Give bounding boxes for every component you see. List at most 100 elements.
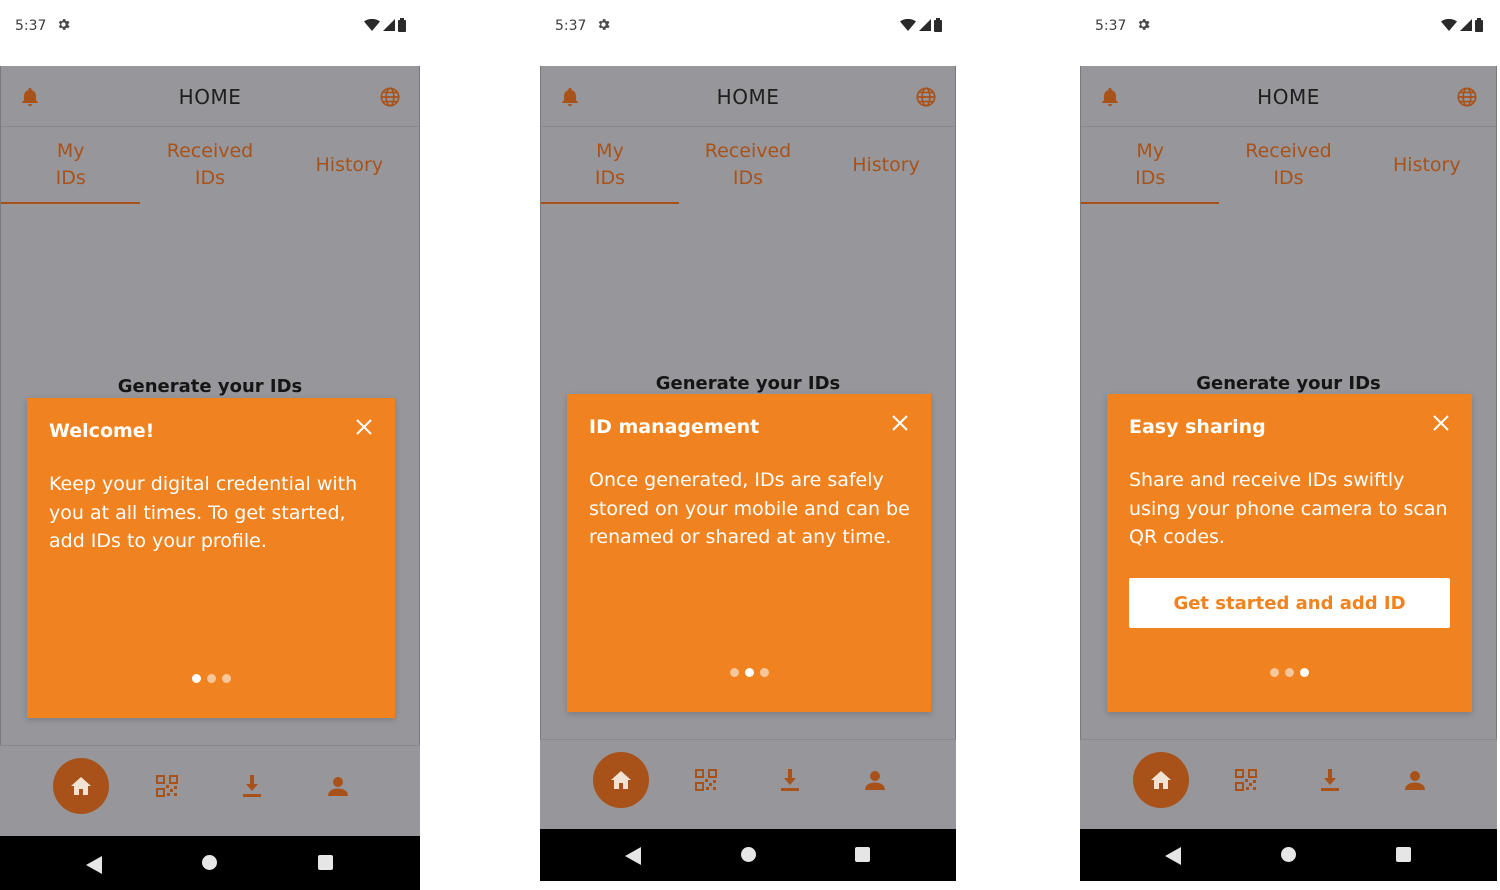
recents-square-icon[interactable] [318, 855, 333, 870]
onboarding-card: Easy sharing Share and receive IDs swift… [1107, 394, 1472, 712]
onboarding-card: Welcome! Keep your digital credential wi… [27, 398, 395, 718]
page-dot-2[interactable] [206, 674, 216, 683]
recents-square-icon[interactable] [1396, 847, 1411, 862]
card-title: ID management [589, 416, 760, 438]
page-title: HOME [178, 85, 242, 109]
status-bar: 5:37 [0, 0, 420, 56]
close-icon[interactable] [891, 414, 909, 432]
phone-screen-1: 5:37 HOME My IDs Received IDs History Gene… [0, 0, 420, 890]
tab-history[interactable]: History [280, 128, 419, 202]
battery-icon [1475, 18, 1483, 32]
settings-gear-icon [598, 19, 610, 30]
nav-download-button[interactable] [762, 752, 818, 808]
tab-received-ids[interactable]: Received IDs [1219, 128, 1357, 202]
nav-qr-button[interactable] [678, 752, 734, 808]
tab-my-ids[interactable]: My IDs [1081, 128, 1220, 204]
back-icon[interactable] [1165, 847, 1181, 865]
page-dot-1[interactable] [1270, 668, 1279, 677]
back-icon[interactable] [625, 847, 641, 865]
status-time: 5:37 [1095, 18, 1127, 34]
status-time: 5:37 [15, 18, 47, 34]
bottom-navigation [540, 739, 956, 829]
pagination-dots [27, 674, 395, 683]
wifi-icon [1441, 19, 1457, 31]
close-icon[interactable] [355, 418, 373, 436]
empty-state-heading: Generate your IDs [117, 376, 303, 397]
app-screen: HOME My IDs Received IDs History Generate … [540, 66, 956, 739]
tab-history[interactable]: History [817, 128, 955, 202]
person-icon [328, 777, 348, 796]
wifi-icon [900, 19, 916, 31]
nav-profile-button[interactable] [310, 758, 366, 814]
page-title: HOME [1257, 85, 1320, 109]
home-circle-icon[interactable] [741, 847, 756, 862]
globe-icon[interactable] [379, 86, 401, 108]
download-icon [781, 769, 799, 791]
battery-icon [934, 18, 942, 32]
system-navigation-bar [1080, 829, 1497, 881]
nav-home-button[interactable] [593, 752, 649, 808]
card-body-text: Share and receive IDs swiftly using your… [1129, 469, 1448, 548]
system-navigation-bar [540, 829, 956, 881]
person-icon [1405, 771, 1425, 790]
settings-gear-icon [58, 19, 70, 30]
page-dot-1[interactable] [191, 674, 201, 683]
tab-received-ids[interactable]: Received IDs [679, 128, 817, 202]
page-dot-3[interactable] [221, 674, 231, 683]
status-bar: 5:37 [540, 0, 956, 56]
status-bar: 5:37 [1080, 0, 1497, 56]
qr-code-icon [1235, 769, 1257, 791]
home-icon [1151, 771, 1171, 789]
globe-icon[interactable] [915, 86, 937, 108]
card-title: Easy sharing [1129, 416, 1266, 438]
battery-icon [398, 18, 406, 32]
system-navigation-bar [0, 836, 420, 890]
tab-my-ids[interactable]: My IDs [541, 128, 679, 204]
page-dot-3[interactable] [1300, 668, 1309, 677]
nav-download-button[interactable] [224, 758, 280, 814]
settings-gear-icon [1138, 19, 1150, 30]
nav-home-button[interactable] [53, 758, 109, 814]
signal-icon [919, 19, 931, 31]
app-screen: HOME My IDs Received IDs History Generate … [0, 66, 420, 745]
back-icon[interactable] [86, 856, 102, 874]
qr-code-icon [695, 769, 717, 791]
nav-download-button[interactable] [1302, 752, 1358, 808]
close-icon[interactable] [1432, 414, 1450, 432]
recents-square-icon[interactable] [855, 847, 870, 862]
tab-bar: My IDs Received IDs History [541, 128, 955, 204]
home-circle-icon[interactable] [1281, 847, 1296, 862]
nav-qr-button[interactable] [1218, 752, 1274, 808]
globe-icon[interactable] [1456, 86, 1478, 108]
signal-icon [1460, 19, 1472, 31]
tab-bar: My IDs Received IDs History [1081, 128, 1496, 204]
tab-my-ids[interactable]: My IDs [1, 128, 141, 204]
nav-profile-button[interactable] [1387, 752, 1443, 808]
phone-screen-3: 5:37 HOME My IDs Received IDs History Gene… [1080, 0, 1497, 890]
tab-bar: My IDs Received IDs History [1, 128, 419, 204]
signal-icon [383, 19, 395, 31]
onboarding-card: ID management Once generated, IDs are sa… [567, 394, 931, 712]
get-started-button[interactable]: Get started and add ID [1129, 578, 1450, 628]
card-body-text: Once generated, IDs are safely stored on… [589, 469, 910, 548]
card-body-text: Keep your digital credential with you at… [49, 473, 358, 552]
app-bar: HOME [1081, 66, 1496, 127]
nav-profile-button[interactable] [847, 752, 903, 808]
pagination-dots [1107, 668, 1472, 677]
phone-screen-2: 5:37 HOME My IDs Received IDs History Gene… [540, 0, 956, 890]
status-time: 5:37 [555, 18, 587, 34]
page-dot-2[interactable] [1285, 668, 1294, 677]
page-dot-1[interactable] [729, 668, 739, 677]
tab-history[interactable]: History [1358, 128, 1496, 202]
bottom-navigation [1080, 739, 1497, 829]
tab-received-ids[interactable]: Received IDs [140, 128, 279, 202]
nav-qr-button[interactable] [139, 758, 195, 814]
nav-home-button[interactable] [1133, 752, 1189, 808]
app-bar: HOME [541, 66, 955, 127]
download-icon [1321, 769, 1339, 791]
wifi-icon [364, 19, 380, 31]
page-dot-3[interactable] [759, 668, 769, 677]
page-dot-2[interactable] [744, 668, 754, 677]
home-circle-icon[interactable] [202, 855, 217, 870]
bottom-navigation [0, 745, 420, 836]
